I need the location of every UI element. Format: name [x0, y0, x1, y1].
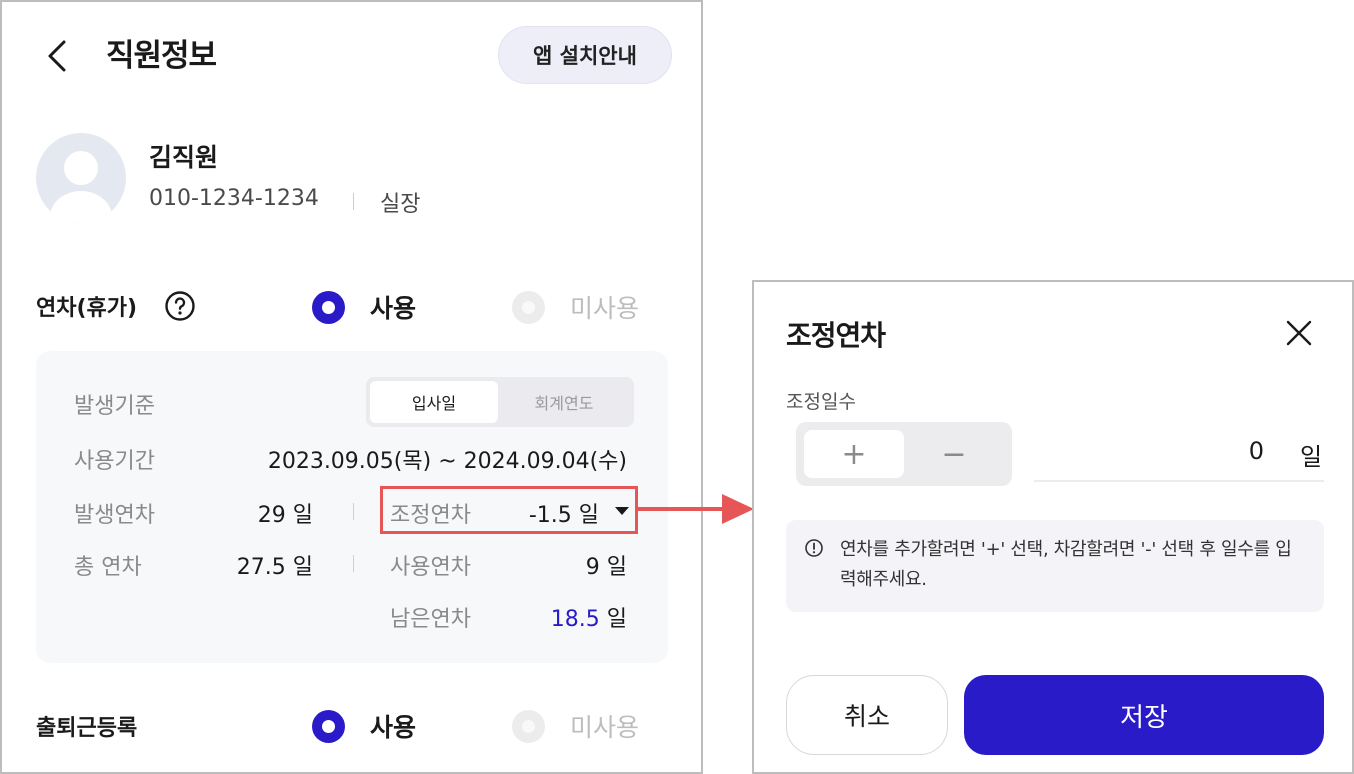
remaining-leave-value: 18.5 일 [551, 601, 627, 633]
info-text: 연차를 추가할려면 '+' 선택, 차감할려면 '-' 선택 후 일수를 입력해… [840, 539, 1292, 590]
help-icon[interactable] [164, 290, 196, 322]
adjust-leave-value: -1.5 일 [528, 503, 599, 528]
profile-separator [353, 193, 354, 210]
leave-radio-unuse[interactable]: 미사용 [512, 289, 639, 325]
attendance-radio-use-label: 사용 [370, 713, 417, 742]
back-icon[interactable] [40, 38, 76, 74]
occurred-leave-label: 발생연차 [74, 503, 155, 528]
attendance-radio-unuse[interactable]: 미사용 [512, 708, 639, 744]
radio-selected-icon [312, 709, 345, 743]
page-title: 직원정보 [106, 38, 217, 74]
basis-label: 발생기준 [74, 394, 155, 419]
attendance-radio-use[interactable]: 사용 [312, 708, 416, 744]
leave-radio-use[interactable]: 사용 [312, 289, 416, 325]
adjust-sign-toggle: + − [796, 422, 1012, 486]
avatar-person-icon [50, 151, 112, 223]
adjust-leave-label: 조정연차 [390, 503, 471, 528]
info-icon [805, 539, 823, 557]
close-icon[interactable] [1284, 318, 1314, 348]
occurred-leave-value: 29 일 [257, 503, 313, 528]
used-leave-value: 9 일 [585, 555, 627, 580]
remaining-leave-label: 남은연차 [390, 607, 471, 632]
period-label: 사용기간 [74, 449, 155, 474]
employee-name: 김직원 [149, 143, 219, 172]
radio-unselected-icon [512, 709, 545, 743]
info-box: 연차를 추가할려면 '+' 선택, 차감할려면 '-' 선택 후 일수를 입력해… [786, 520, 1324, 612]
dropdown-arrow-icon [615, 507, 629, 515]
basis-option-hire-date[interactable]: 입사일 [370, 381, 498, 423]
avatar [36, 133, 126, 223]
save-button[interactable]: 저장 [964, 675, 1324, 755]
used-leave-label: 사용연차 [390, 555, 471, 580]
employee-phone: 010-1234-1234 [149, 186, 319, 211]
plus-button[interactable]: + [804, 430, 904, 478]
app-install-guide-button[interactable]: 앱 설치안내 [498, 26, 672, 84]
adjust-days-input[interactable] [1034, 422, 1324, 482]
radio-selected-icon [312, 290, 345, 324]
radio-unselected-icon [512, 290, 545, 324]
total-leave-value: 27.5 일 [236, 555, 313, 580]
leave-radio-use-label: 사용 [370, 294, 417, 323]
adjust-days-unit: 일 [1300, 443, 1323, 471]
adjust-days-label: 조정일수 [786, 391, 856, 413]
remaining-leave-unit: 일 [606, 607, 627, 632]
minus-button[interactable]: − [904, 430, 1004, 478]
arrow-right-icon [636, 494, 754, 524]
dialog-title: 조정연차 [786, 319, 886, 352]
leave-radio-unuse-label: 미사용 [570, 294, 640, 323]
row-separator [353, 555, 354, 572]
leave-section-label: 연차(휴가) [36, 296, 138, 321]
row-separator [353, 503, 354, 520]
period-value: 2023.09.05(목) ~ 2024.09.04(수) [267, 449, 627, 474]
employee-role: 실장 [380, 192, 421, 217]
cancel-button[interactable]: 취소 [786, 675, 948, 755]
remaining-leave-number: 18.5 [550, 607, 600, 632]
attendance-radio-unuse-label: 미사용 [570, 713, 640, 742]
employee-info-panel: 직원정보 앱 설치안내 김직원 010-1234-1234 실장 연차(휴가) … [0, 0, 703, 774]
basis-option-fiscal-year[interactable]: 회계연도 [498, 381, 630, 423]
adjust-leave-dialog: 조정연차 조정일수 + − 일 연차를 추가할려면 '+' 선택, 차감할려면 … [752, 280, 1354, 774]
basis-segmented-control: 입사일 회계연도 [366, 377, 634, 427]
total-leave-label: 총 연차 [74, 555, 142, 580]
attendance-section-label: 출퇴근등록 [36, 716, 138, 741]
